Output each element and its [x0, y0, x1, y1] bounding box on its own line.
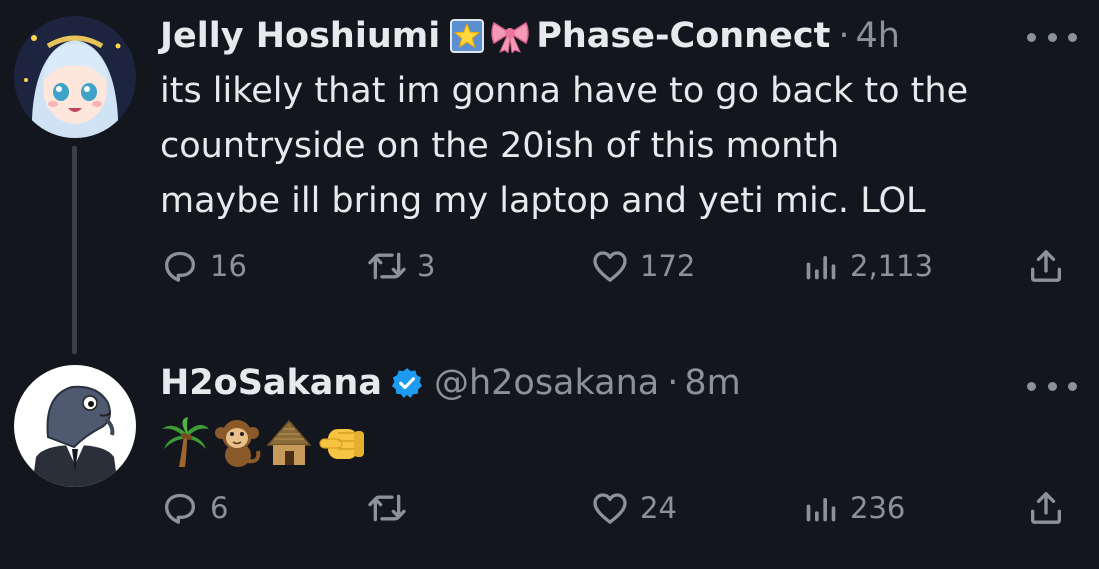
tweet-header: H2oSakana @h2osakana · 8m: [160, 361, 741, 405]
like-button[interactable]: 24: [590, 483, 677, 533]
username-handle[interactable]: @h2osakana: [434, 361, 659, 405]
reply-icon: [165, 493, 195, 524]
views-button[interactable]: 236: [800, 483, 905, 533]
palm-tree-emoji-icon: [162, 417, 209, 467]
action-bar: 6 24 236: [160, 483, 1080, 533]
view-count: 2,113: [850, 249, 934, 283]
verified-badge-icon[interactable]: [390, 366, 424, 400]
timestamp[interactable]: 4h: [855, 14, 899, 58]
retweet-button[interactable]: 3: [367, 241, 435, 291]
reply-button[interactable]: 16: [160, 241, 247, 291]
affiliation-name[interactable]: Phase-Connect: [536, 14, 830, 58]
like-count: 24: [640, 491, 677, 525]
thread-line: [72, 146, 77, 354]
monkey-emoji-icon: [215, 420, 261, 467]
avatar[interactable]: [14, 16, 136, 138]
display-name[interactable]: Jelly Hoshiumi: [160, 14, 440, 58]
separator-dot: ·: [667, 363, 679, 403]
display-name[interactable]: H2oSakana: [160, 361, 382, 405]
anime-girl-avatar-icon: [14, 16, 136, 138]
views-chart-icon: [806, 256, 836, 280]
avatar[interactable]: [14, 365, 136, 487]
heart-icon: [593, 251, 627, 282]
view-count: 236: [850, 491, 906, 525]
retweet-icon: [368, 252, 406, 280]
tweet-text-line: maybe ill bring my laptop and yeti mic. …: [160, 181, 926, 221]
share-button[interactable]: [1026, 483, 1066, 533]
more-options-icon[interactable]: [1027, 30, 1077, 44]
like-button[interactable]: 172: [590, 241, 695, 291]
retweet-count: 3: [417, 249, 436, 283]
share-icon: [1031, 492, 1061, 524]
share-button[interactable]: [1026, 241, 1066, 291]
action-bar: 16 3 172 2,113: [160, 241, 1080, 291]
reply-button[interactable]: 6: [160, 483, 228, 533]
retweet-button[interactable]: [367, 483, 417, 533]
reply-icon: [165, 251, 195, 282]
tweet-text: its likely that im gonna have to go back…: [160, 64, 968, 229]
pink-bow-badge-icon: [490, 19, 530, 53]
tweet-text-line: countryside on the 20ish of this month: [160, 126, 840, 166]
reply-count: 16: [210, 249, 247, 283]
pointing-fist-emoji-icon: [319, 429, 364, 459]
retweet-icon: [368, 494, 406, 522]
timestamp[interactable]: 8m: [684, 361, 740, 405]
tweet-text-line: its likely that im gonna have to go back…: [160, 71, 969, 111]
views-button[interactable]: 2,113: [800, 241, 933, 291]
views-chart-icon: [806, 498, 836, 522]
tweet-jelly[interactable]: Jelly Hoshiumi Phase-Connect · 4h its li…: [0, 0, 1099, 355]
star-org-badge-icon[interactable]: [450, 19, 485, 53]
reply-count: 6: [210, 491, 229, 525]
heart-icon: [593, 493, 627, 524]
tweet-header: Jelly Hoshiumi Phase-Connect · 4h: [160, 14, 900, 58]
tweet-emoji-text: [160, 415, 368, 469]
separator-dot: ·: [838, 16, 850, 56]
hut-emoji-icon: [266, 419, 312, 465]
share-icon: [1031, 250, 1061, 282]
tweet-h2osakana[interactable]: H2oSakana @h2osakana · 8m 6 24 236: [0, 355, 1099, 569]
fish-in-suit-avatar-icon: [14, 365, 136, 487]
like-count: 172: [640, 249, 696, 283]
more-options-icon[interactable]: [1027, 379, 1077, 393]
